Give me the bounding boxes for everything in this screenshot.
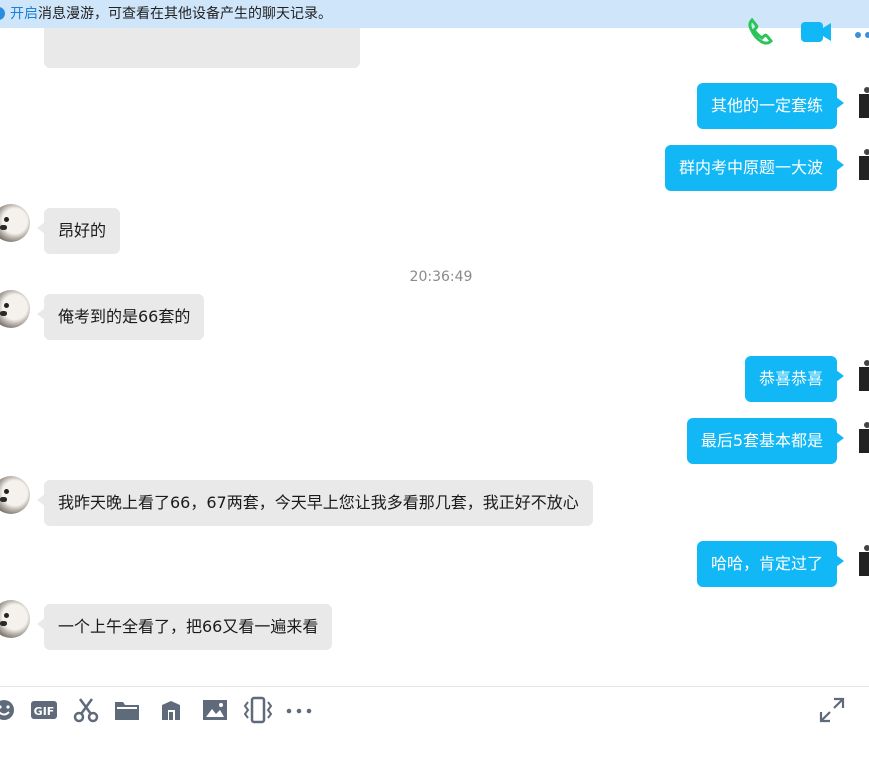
contact-avatar[interactable] [0,290,30,328]
roaming-notice-bar: 开启消息漫游，可查看在其他设备产生的聊天记录。 [0,0,869,28]
folder-icon[interactable] [113,696,141,724]
shake-icon[interactable] [243,696,273,724]
incoming-message[interactable]: 俺考到的是66套的 [36,294,205,340]
gift-icon[interactable] [157,696,185,724]
enable-roaming-link[interactable]: 开启 [10,6,38,22]
outgoing-message[interactable]: 其他的一定套练 [696,83,845,129]
notice-message: 消息漫游，可查看在其他设备产生的聊天记录。 [38,6,332,22]
outgoing-message[interactable]: 最后5套基本都是 [686,418,845,464]
expand-icon[interactable] [818,696,846,724]
input-toolbar: GIF [0,696,869,728]
message-timestamp: 20:36:49 [409,269,473,285]
emoji-icon[interactable] [0,696,18,724]
more-icon[interactable] [285,696,313,724]
toolbar-divider [0,686,869,687]
outgoing-message[interactable]: 恭喜恭喜 [744,356,845,402]
gif-icon[interactable]: GIF [30,696,58,724]
contact-avatar[interactable] [0,476,30,514]
self-avatar[interactable] [857,421,869,459]
chat-message-list[interactable]: 其他的一定套练 群内考中原题一大波 昂好的 20:36:49 俺考到的是66套的… [0,28,869,686]
outgoing-message[interactable]: 哈哈，肯定过了 [696,541,845,587]
self-avatar[interactable] [857,148,869,186]
self-avatar[interactable] [857,359,869,397]
image-icon[interactable] [201,696,229,724]
contact-avatar[interactable] [0,600,30,638]
svg-text:GIF: GIF [34,705,55,718]
incoming-message[interactable]: 一个上午全看了，把66又看一遍来看 [36,604,333,650]
incoming-message[interactable]: 我昨天晚上看了66，67两套，今天早上您让我多看那几套，我正好不放心 [37,480,593,526]
info-icon [0,7,5,20]
self-avatar[interactable] [857,86,869,124]
contact-avatar[interactable] [0,204,30,242]
outgoing-message[interactable]: 群内考中原题一大波 [664,145,845,191]
previous-message-bubble [44,28,360,68]
self-avatar[interactable] [857,544,869,582]
notice-text: 开启消息漫游，可查看在其他设备产生的聊天记录。 [10,0,332,28]
scissors-icon[interactable] [72,696,100,724]
incoming-message[interactable]: 昂好的 [36,208,121,254]
